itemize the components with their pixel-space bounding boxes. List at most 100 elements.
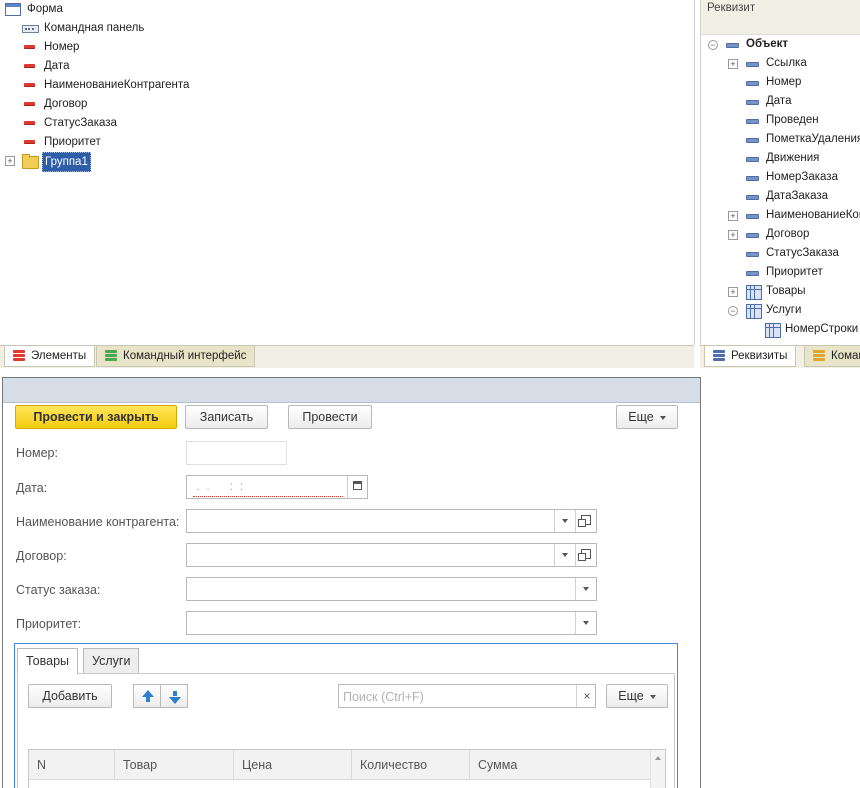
tab-elements[interactable]: Элементы	[4, 346, 96, 367]
open-icon	[578, 549, 591, 561]
date-label: Дата:	[16, 481, 48, 495]
form-preview: Провести и закрыть Записать Провести Еще…	[2, 377, 701, 788]
order-status-field[interactable]	[186, 577, 597, 601]
right-panel-tabs: Реквизиты Коман	[700, 345, 860, 368]
chevron-down-icon	[562, 519, 568, 523]
attribute-icon	[746, 157, 759, 162]
tree-node-label: Договор	[44, 98, 88, 110]
button-label: Провести и закрыть	[33, 410, 159, 424]
move-down-button[interactable]	[160, 684, 188, 708]
attribute-icon	[746, 271, 759, 276]
field-icon	[22, 38, 38, 56]
left-panel-tabs: Элементы Командный интерфейс	[0, 345, 694, 368]
expand-icon[interactable]: +	[728, 211, 738, 221]
expand-icon[interactable]: +	[5, 156, 15, 166]
column-header-n[interactable]: N	[29, 750, 115, 780]
table-icon	[765, 323, 781, 338]
priority-label: Приоритет:	[16, 617, 82, 631]
command-bar-icon	[22, 19, 39, 37]
attr-label: СтатусЗаказа	[766, 247, 839, 259]
attribute-icon	[746, 252, 759, 257]
attr-label: ПометкаУдаления	[766, 133, 860, 145]
clear-search-button[interactable]: ×	[576, 685, 597, 707]
expand-icon[interactable]: +	[728, 230, 738, 240]
priority-field[interactable]	[186, 611, 597, 635]
number-field[interactable]	[186, 441, 287, 465]
attribute-icon	[746, 176, 759, 181]
table-more-button[interactable]: Еще	[606, 684, 668, 708]
commands-icon	[813, 350, 825, 362]
column-header-sum[interactable]: Сумма	[470, 750, 652, 780]
dropdown-button[interactable]	[575, 612, 596, 634]
button-label: Добавить	[42, 689, 98, 703]
column-header-price[interactable]: Цена	[234, 750, 352, 780]
post-button[interactable]: Провести	[288, 405, 372, 429]
tab-attributes[interactable]: Реквизиты	[704, 346, 797, 367]
form-elements-tree: Форма Командная панель Номер Дата Наимен…	[0, 0, 695, 345]
attribute-icon	[746, 119, 759, 124]
button-label: Еще	[628, 410, 654, 424]
save-button[interactable]: Записать	[185, 405, 268, 429]
expand-icon[interactable]: +	[728, 59, 738, 69]
chevron-down-icon	[583, 587, 589, 591]
open-button[interactable]	[575, 510, 596, 532]
tab-command-interface[interactable]: Командный интерфейс	[96, 346, 256, 367]
table-scrollbar[interactable]	[650, 750, 665, 788]
attribute-icon	[746, 233, 759, 238]
column-header-product[interactable]: Товар	[115, 750, 234, 780]
move-up-button[interactable]	[133, 684, 161, 708]
table-icon	[746, 285, 762, 300]
attr-label: Движения	[766, 152, 820, 164]
search-field[interactable]: ×	[338, 684, 596, 708]
attribute-icon	[746, 195, 759, 200]
collapse-icon[interactable]: −	[708, 40, 718, 50]
tree-node-label: СтатусЗаказа	[44, 117, 117, 129]
arrow-shaft	[173, 691, 177, 696]
column-header: Реквизит	[707, 2, 756, 14]
attr-label: Дата	[766, 95, 792, 107]
folder-icon	[22, 152, 39, 170]
tab-goods[interactable]: Товары	[17, 648, 78, 674]
collapse-icon[interactable]: −	[728, 306, 738, 316]
tab-services[interactable]: Услуги	[83, 648, 140, 673]
more-button[interactable]: Еще	[616, 405, 678, 429]
attribute-icon	[746, 81, 759, 86]
button-label: Еще	[618, 689, 644, 703]
calendar-button[interactable]	[347, 476, 368, 498]
tab-commands[interactable]: Коман	[804, 346, 860, 367]
arrow-shaft	[146, 697, 150, 702]
open-button[interactable]	[575, 544, 596, 566]
attr-label: Приоритет	[766, 266, 823, 278]
add-button[interactable]: Добавить	[28, 684, 112, 708]
tab-label: Товары	[26, 654, 69, 668]
column-header-quantity[interactable]: Количество	[352, 750, 470, 780]
chevron-down-icon	[649, 694, 656, 699]
tree-node-label: Приоритет	[44, 136, 101, 148]
expand-icon[interactable]: +	[728, 287, 738, 297]
command-interface-icon	[105, 350, 117, 362]
tree-node-label: Командная панель	[44, 22, 145, 34]
attributes-header: Реквизит	[701, 0, 860, 35]
tree-node-label: Группа1	[42, 152, 91, 172]
tree-node-label: Форма	[27, 3, 63, 15]
order-status-label: Статус заказа:	[16, 583, 101, 597]
tab-label: Элементы	[31, 350, 87, 362]
date-field[interactable]: . . : :	[186, 475, 368, 499]
field-icon	[22, 114, 38, 132]
dropdown-button[interactable]	[554, 544, 575, 566]
dropdown-button[interactable]	[554, 510, 575, 532]
contract-field[interactable]	[186, 543, 597, 567]
search-input[interactable]	[341, 687, 575, 707]
button-label: Записать	[199, 410, 254, 424]
attribute-icon	[746, 62, 759, 67]
counterparty-field[interactable]	[186, 509, 597, 533]
tab-label: Реквизиты	[731, 350, 788, 362]
attr-label: Объект	[746, 38, 789, 50]
open-icon	[578, 515, 591, 527]
field-icon	[22, 57, 38, 75]
post-and-close-button[interactable]: Провести и закрыть	[15, 405, 177, 429]
attr-label: ДатаЗаказа	[766, 190, 829, 202]
dropdown-button[interactable]	[575, 578, 596, 600]
attribute-icon	[746, 214, 759, 219]
elements-icon	[13, 350, 25, 362]
